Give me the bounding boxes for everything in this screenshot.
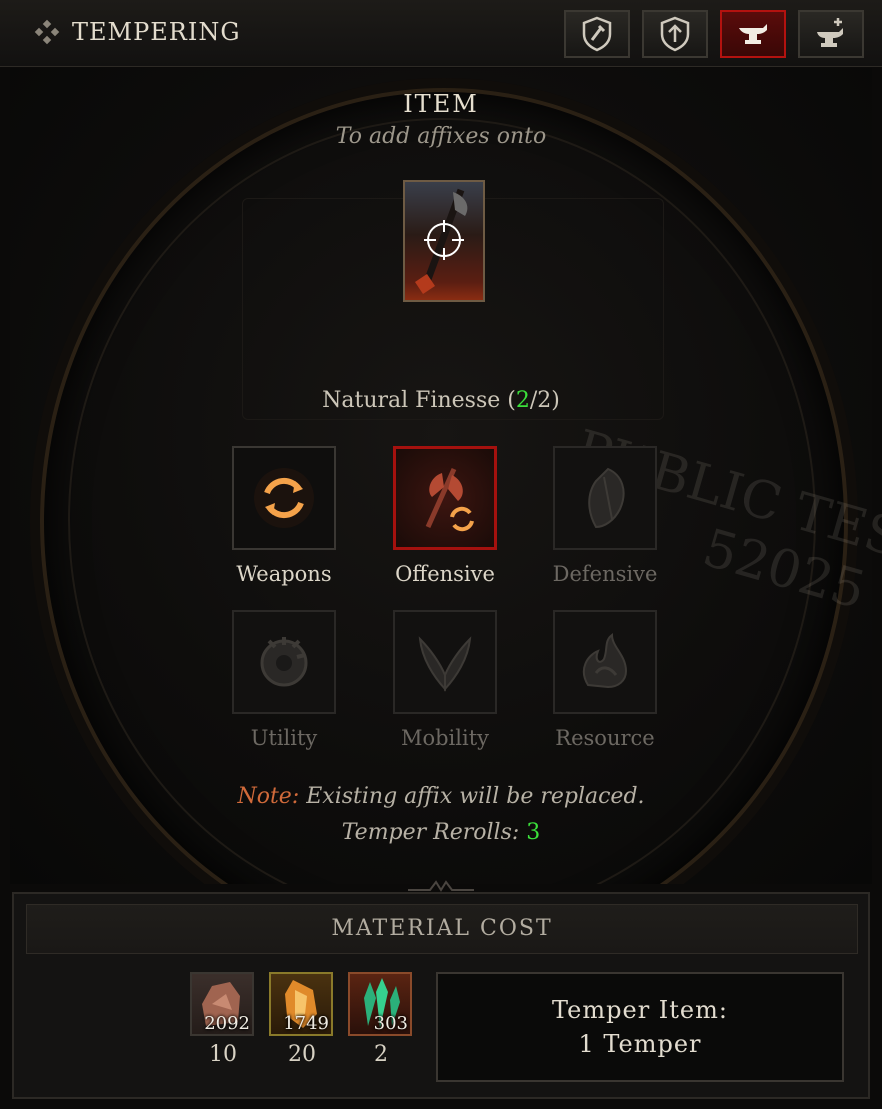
category-mobility[interactable]: Mobility	[385, 610, 505, 750]
category-resource[interactable]: Resource	[545, 610, 665, 750]
affix-count: (2/2)	[507, 388, 560, 413]
item-subtitle: To add affixes onto	[335, 124, 547, 149]
temper-button-line1: Temper Item:	[552, 996, 728, 1024]
material-veiled-crystal[interactable]: 303 2	[348, 972, 414, 1067]
tab-bar	[564, 10, 864, 58]
axe-reroll-icon	[393, 446, 497, 550]
window-title: TEMPERING	[72, 18, 241, 46]
rerolls-label: Temper Rerolls:	[341, 820, 527, 845]
reroll-icon	[232, 446, 336, 550]
category-offensive[interactable]: Offensive	[385, 446, 505, 586]
rerolls-value: 3	[526, 820, 541, 845]
temper-item-button[interactable]: Temper Item: 1 Temper	[436, 972, 844, 1082]
temper-button-line2: 1 Temper	[578, 1030, 702, 1058]
material-ember-shard[interactable]: 1749 20	[269, 972, 335, 1067]
affix-title: Natural Finesse (2/2)	[0, 388, 882, 413]
wings-icon	[393, 610, 497, 714]
category-label: Weapons	[236, 562, 332, 586]
required-count: 2	[374, 1042, 388, 1067]
item-title: ITEM	[403, 90, 479, 118]
temper-rerolls: Temper Rerolls: 3	[0, 820, 882, 845]
tab-temper[interactable]	[720, 10, 786, 58]
shield-hammer-icon	[582, 16, 612, 52]
shield-icon	[553, 446, 657, 550]
material-cost-panel: MATERIAL COST 2092 10 1749 20 303 2 Temp…	[12, 892, 870, 1099]
note-label: Note:	[237, 784, 300, 809]
anvil-icon	[739, 24, 767, 44]
item-header: ITEM To add affixes onto	[0, 90, 882, 149]
affix-name: Natural Finesse	[322, 388, 501, 413]
material-iron-chunk[interactable]: 2092 10	[190, 972, 256, 1067]
owned-count: 303	[373, 1013, 408, 1034]
anvil-plus-icon	[817, 18, 843, 47]
flame-icon	[553, 610, 657, 714]
shield-upgrade-icon	[660, 16, 690, 52]
category-weapons[interactable]: Weapons	[224, 446, 344, 586]
category-label: Offensive	[395, 562, 495, 586]
category-label: Mobility	[400, 726, 490, 750]
required-count: 10	[209, 1042, 237, 1067]
tab-masterwork[interactable]	[798, 10, 864, 58]
category-label: Resource	[555, 726, 655, 750]
diamond-cluster-icon	[34, 19, 60, 45]
window-header: TEMPERING	[0, 0, 882, 67]
material-cost-title: MATERIAL COST	[26, 904, 858, 954]
tab-salvage[interactable]	[564, 10, 630, 58]
tab-upgrade[interactable]	[642, 10, 708, 58]
required-count: 20	[288, 1042, 316, 1067]
owned-count: 2092	[204, 1013, 250, 1034]
category-label: Defensive	[552, 562, 658, 586]
category-label: Utility	[250, 726, 318, 750]
gear-icon	[232, 610, 336, 714]
category-utility[interactable]: Utility	[224, 610, 344, 750]
axe-weapon-icon	[415, 188, 468, 294]
item-slot[interactable]	[403, 180, 485, 302]
category-defensive[interactable]: Defensive	[545, 446, 665, 586]
owned-count: 1749	[283, 1013, 329, 1034]
note-text: Existing affix will be replaced.	[299, 784, 645, 809]
title-group: TEMPERING	[34, 18, 241, 46]
replace-note: Note: Existing affix will be replaced.	[0, 784, 882, 809]
